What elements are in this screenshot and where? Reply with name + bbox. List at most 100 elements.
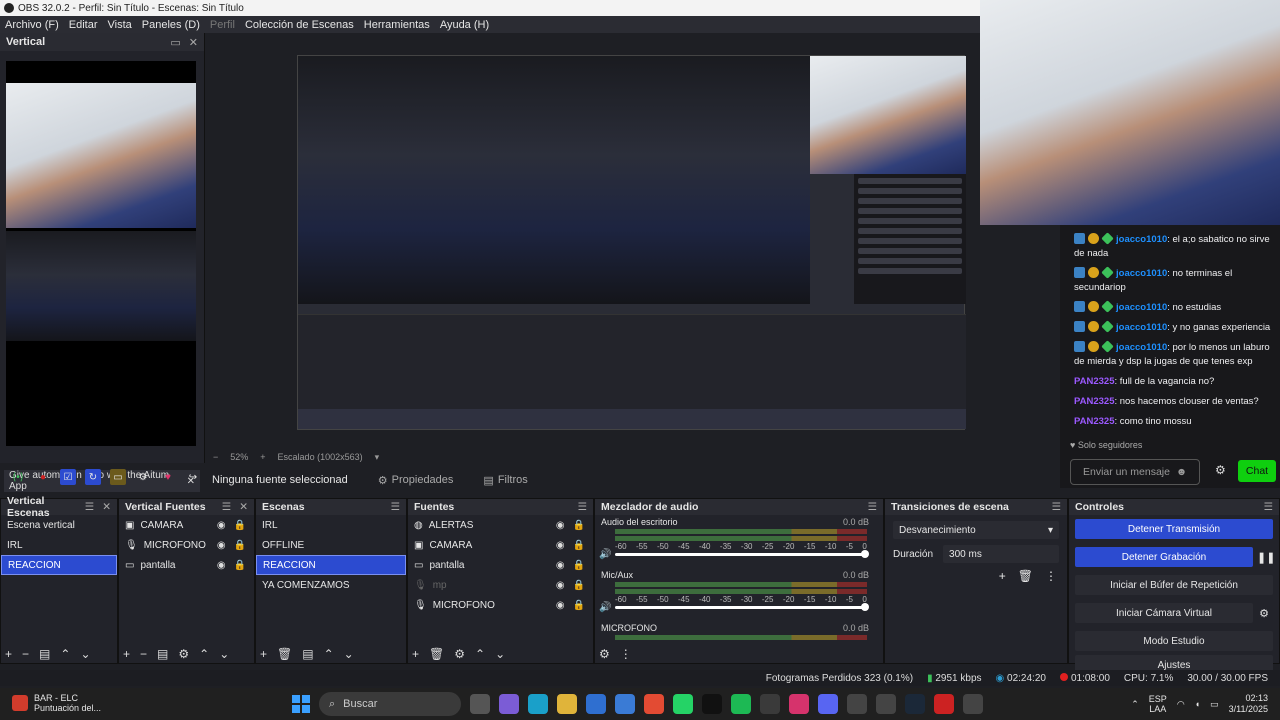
- eye-icon[interactable]: ◉: [217, 560, 226, 571]
- close-icon[interactable]: ✕: [102, 501, 111, 513]
- chat-input[interactable]: Enviar un mensaje ☻: [1070, 459, 1200, 485]
- task-view-icon[interactable]: [470, 694, 490, 714]
- close-icon[interactable]: ✕: [239, 501, 248, 513]
- menu-item[interactable]: Vista: [103, 19, 137, 31]
- discord-icon[interactable]: [818, 694, 838, 714]
- replay-buffer-button[interactable]: Iniciar el Búfer de Repetición: [1075, 575, 1273, 595]
- file-explorer-icon[interactable]: [557, 694, 577, 714]
- chat-username[interactable]: joacco1010: [1116, 268, 1167, 279]
- menu-icon[interactable]: ☰: [1264, 501, 1273, 513]
- scene-item[interactable]: REACCION: [1, 555, 117, 575]
- chat-username[interactable]: joacco1010: [1116, 302, 1167, 313]
- lock-icon[interactable]: 🔒: [234, 540, 246, 551]
- taskbar-widget[interactable]: BAR - ELC Puntuación del...: [12, 693, 101, 713]
- menu-icon[interactable]: ☰: [222, 501, 231, 513]
- add-icon[interactable]: +: [412, 647, 419, 661]
- eye-icon[interactable]: ◉: [556, 540, 565, 551]
- source-item[interactable]: 🎙 mp ◉ 🔒: [408, 575, 593, 595]
- windows-start-icon[interactable]: [292, 695, 310, 713]
- language-indicator[interactable]: ESP LAA: [1149, 694, 1167, 714]
- chat-username[interactable]: PAN2325: [1074, 396, 1115, 407]
- down-icon[interactable]: ⌄: [344, 647, 354, 661]
- app-icon[interactable]: [876, 694, 896, 714]
- duration-input[interactable]: 300 ms: [943, 545, 1059, 563]
- store-icon[interactable]: [586, 694, 606, 714]
- stop-stream-button[interactable]: Detener Transmisión: [1075, 519, 1273, 539]
- lock-icon[interactable]: 🔒: [234, 520, 246, 531]
- remove-icon[interactable]: −: [140, 647, 147, 661]
- undock-icon[interactable]: ▭: [170, 36, 180, 49]
- menu-icon[interactable]: ☰: [578, 501, 587, 513]
- spotify-icon[interactable]: [731, 694, 751, 714]
- tiktok-icon[interactable]: [702, 694, 722, 714]
- volume-slider[interactable]: [615, 603, 869, 611]
- lock-icon[interactable]: 🔒: [234, 560, 246, 571]
- menu-item[interactable]: Ayuda (H): [435, 19, 494, 31]
- speaker-icon[interactable]: 🔊: [599, 549, 611, 560]
- chat-send-button[interactable]: Chat: [1238, 460, 1276, 482]
- instagram-icon[interactable]: [789, 694, 809, 714]
- more-icon[interactable]: ⋮: [1045, 569, 1057, 583]
- record-icon[interactable]: ●: [35, 469, 51, 485]
- menu-item[interactable]: Colección de Escenas: [240, 19, 359, 31]
- menu-item[interactable]: Paneles (D): [137, 19, 205, 31]
- lock-icon[interactable]: 🔒: [573, 540, 585, 551]
- taskbar-search[interactable]: ⌕ Buscar: [319, 692, 461, 716]
- gear-icon[interactable]: ⚙: [135, 469, 151, 485]
- eye-icon[interactable]: ◉: [556, 600, 565, 611]
- properties-button[interactable]: ⚙ Propiedades: [378, 474, 454, 487]
- clock[interactable]: 02:13 3/11/2025: [1229, 693, 1268, 715]
- outlook-icon[interactable]: [615, 694, 635, 714]
- lock-icon[interactable]: 🔒: [573, 520, 585, 531]
- menu-icon[interactable]: ☰: [868, 501, 877, 513]
- vertical-preview[interactable]: [6, 61, 196, 446]
- eye-icon[interactable]: ◉: [217, 520, 226, 531]
- battery-icon[interactable]: ▭: [1210, 699, 1219, 710]
- chat-username[interactable]: joacco1010: [1116, 322, 1167, 333]
- trash-icon[interactable]: 🗑: [277, 647, 292, 661]
- filter-icon[interactable]: ▤: [302, 647, 313, 661]
- add-icon[interactable]: +: [5, 647, 12, 661]
- app-icon[interactable]: [963, 694, 983, 714]
- wifi-icon[interactable]: ◠: [1177, 699, 1185, 710]
- eye-icon[interactable]: ◉: [556, 560, 565, 571]
- chevron-up-icon[interactable]: ⌃: [1131, 699, 1139, 710]
- scene-item[interactable]: IRL: [256, 515, 406, 535]
- scene-item[interactable]: YA COMENZAMOS: [256, 575, 406, 595]
- app-icon[interactable]: [847, 694, 867, 714]
- source-item[interactable]: ▣ CAMARA ◉ 🔒: [119, 515, 254, 535]
- up-icon[interactable]: ⌃: [199, 647, 209, 661]
- chrome-icon[interactable]: [644, 694, 664, 714]
- source-item[interactable]: 🎙 MICROFONO ◉ 🔒: [119, 535, 254, 555]
- virtual-camera-button[interactable]: Iniciar Cámara Virtual: [1075, 603, 1253, 623]
- menu-icon[interactable]: ☰: [85, 501, 94, 513]
- gear-icon[interactable]: ⚙: [1215, 463, 1226, 477]
- main-preview[interactable]: [297, 55, 966, 430]
- trash-icon[interactable]: 🗑: [429, 647, 444, 661]
- gear-icon[interactable]: ⚙: [178, 647, 189, 661]
- speaker-icon[interactable]: 🔊: [599, 602, 611, 613]
- refresh-icon[interactable]: ↻: [85, 469, 101, 485]
- source-item[interactable]: ▣ CAMARA ◉ 🔒: [408, 535, 593, 555]
- whatsapp-icon[interactable]: [673, 694, 693, 714]
- up-icon[interactable]: ⌃: [475, 647, 485, 661]
- chat-username[interactable]: joacco1010: [1116, 342, 1167, 353]
- volume-icon[interactable]: ◖: [1195, 699, 1200, 709]
- trash-icon[interactable]: 🗑: [1018, 569, 1033, 583]
- lock-icon[interactable]: 🔒: [573, 580, 585, 591]
- chat-username[interactable]: joacco1010: [1116, 234, 1167, 245]
- lock-icon[interactable]: 🔒: [573, 600, 585, 611]
- chat-username[interactable]: PAN2325: [1074, 416, 1115, 427]
- lock-icon[interactable]: 🔒: [573, 560, 585, 571]
- up-icon[interactable]: ⌃: [60, 647, 70, 661]
- scene-item[interactable]: IRL: [1, 535, 117, 555]
- gear-icon[interactable]: ⚙: [1257, 607, 1271, 620]
- scene-item[interactable]: Escena vertical: [1, 515, 117, 535]
- menu-item[interactable]: Perfil: [205, 19, 240, 31]
- scene-item[interactable]: REACCION: [256, 555, 406, 575]
- menu-item[interactable]: Editar: [64, 19, 103, 31]
- volume-slider[interactable]: [615, 550, 869, 558]
- filters-button[interactable]: ▤ Filtros: [483, 474, 527, 487]
- pause-icon[interactable]: ❚❚: [1257, 551, 1275, 564]
- chat-username[interactable]: PAN2325: [1074, 376, 1115, 387]
